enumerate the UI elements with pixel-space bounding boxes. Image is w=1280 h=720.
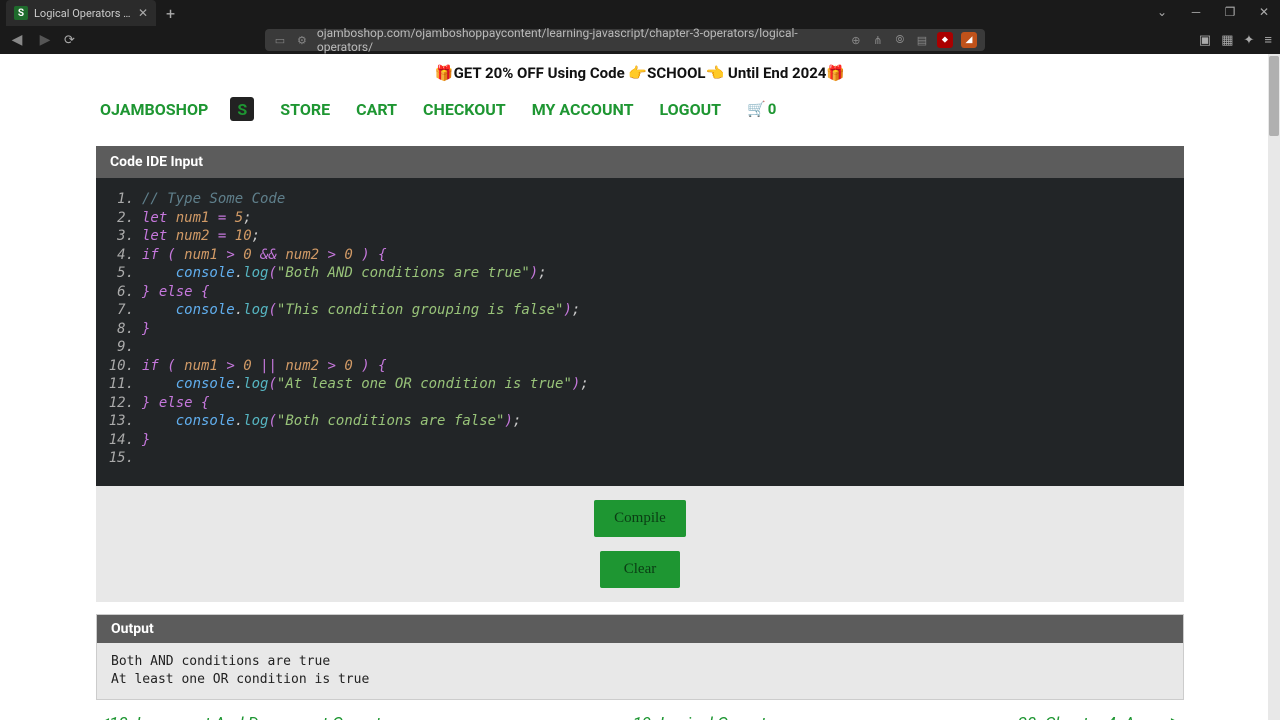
close-window-icon[interactable]: ✕ <box>1248 0 1280 24</box>
sidebar-icon[interactable]: ▣ <box>1199 33 1211 48</box>
browser-tab[interactable]: S Logical Operators - Ojamb… ✕ <box>6 0 156 26</box>
rss-icon[interactable]: ⦾ <box>893 33 907 47</box>
extension-icon-2[interactable]: ◢ <box>961 32 977 48</box>
page: 🎁GET 20% OFF Using Code 👉SCHOOL👈 Until E… <box>0 54 1280 720</box>
code-ide-header: Code IDE Input <box>96 146 1184 178</box>
tab-title: Logical Operators - Ojamb… <box>34 7 132 20</box>
share-icon[interactable]: ⋔ <box>871 34 885 47</box>
back-icon[interactable]: ◀ <box>8 32 26 48</box>
nav-checkout[interactable]: CHECKOUT <box>423 100 506 119</box>
tab-bar: S Logical Operators - Ojamb… ✕ + ⌄ ─ ❐ ✕ <box>0 0 1280 26</box>
promo-banner: 🎁GET 20% OFF Using Code 👉SCHOOL👈 Until E… <box>0 54 1280 86</box>
browser-chrome: S Logical Operators - Ojamb… ✕ + ⌄ ─ ❐ ✕… <box>0 0 1280 54</box>
extension-icon[interactable]: ⬥ <box>937 32 953 48</box>
minimize-icon[interactable]: ─ <box>1180 0 1212 24</box>
chrome-right-icons: ▣ ▦ ✦ ≡ <box>1199 32 1272 48</box>
nav-logout[interactable]: LOGOUT <box>659 100 721 119</box>
menu-icon[interactable]: ≡ <box>1264 32 1272 48</box>
url-text: ojamboshop.com/ojamboshoppaycontent/lear… <box>317 26 841 54</box>
chevron-down-icon[interactable]: ⌄ <box>1146 0 1178 24</box>
site-nav: OJAMBOSHOP S STORE CART CHECKOUT MY ACCO… <box>0 86 1280 132</box>
nav-brand[interactable]: OJAMBOSHOP <box>100 100 208 119</box>
nav-cart[interactable]: CART <box>356 100 397 119</box>
window-controls: ⌄ ─ ❐ ✕ <box>1146 0 1280 26</box>
cart-icon[interactable]: 🛒0 <box>747 100 776 118</box>
triangle-right-icon: ▶ <box>1171 714 1184 720</box>
triangle-left-icon: ◀ <box>96 714 109 720</box>
favicon: S <box>14 6 28 20</box>
brand-logo-icon[interactable]: S <box>230 97 254 121</box>
toolbar: ◀ ▶ ⟳ ▭ ⚙ ojamboshop.com/ojamboshoppayco… <box>0 26 1280 54</box>
close-icon[interactable]: ✕ <box>138 6 148 20</box>
promo-text: 🎁GET 20% OFF Using Code 👉SCHOOL👈 Until E… <box>435 64 845 82</box>
bookmark-icon[interactable]: ▭ <box>273 34 287 47</box>
pager-prev[interactable]: ◀18. Increment And Decrement Operators <box>96 714 404 720</box>
forward-icon: ▶ <box>36 32 54 48</box>
scrollbar[interactable] <box>1268 54 1280 720</box>
reader-icon[interactable]: ▤ <box>915 34 929 47</box>
code-editor[interactable]: 1// Type Some Code 2let num1 = 5; 3let n… <box>96 178 1184 486</box>
reload-icon[interactable]: ⟳ <box>64 33 75 48</box>
ide-actions: Compile Clear <box>96 486 1184 602</box>
output-header: Output <box>97 615 1183 643</box>
scrollbar-thumb[interactable] <box>1269 56 1279 136</box>
output-panel: Output Both AND conditions are true At l… <box>96 614 1184 700</box>
pager-current[interactable]: 19. Logical Operators <box>633 714 790 720</box>
nav-account[interactable]: MY ACCOUNT <box>532 100 634 119</box>
main-content: Code IDE Input 1// Type Some Code 2let n… <box>0 146 1280 720</box>
site-info-icon[interactable]: ⚙ <box>295 34 309 47</box>
nav-store[interactable]: STORE <box>280 100 330 119</box>
maximize-icon[interactable]: ❐ <box>1214 0 1246 24</box>
zoom-icon[interactable]: ⊕ <box>849 34 863 47</box>
new-tab-button[interactable]: + <box>156 0 185 26</box>
extensions-icon[interactable]: ▦ <box>1221 33 1233 48</box>
url-bar[interactable]: ▭ ⚙ ojamboshop.com/ojamboshoppaycontent/… <box>265 29 985 51</box>
sparkle-icon[interactable]: ✦ <box>1244 33 1255 48</box>
clear-button[interactable]: Clear <box>600 551 680 588</box>
output-body: Both AND conditions are true At least on… <box>97 643 1183 699</box>
code-ide-panel: Code IDE Input 1// Type Some Code 2let n… <box>96 146 1184 602</box>
cart-count: 0 <box>768 100 777 118</box>
pager: ◀18. Increment And Decrement Operators 1… <box>96 700 1184 720</box>
compile-button[interactable]: Compile <box>594 500 686 537</box>
pager-next[interactable]: 20. Chapter 4: Arrays▶ <box>1018 714 1184 720</box>
